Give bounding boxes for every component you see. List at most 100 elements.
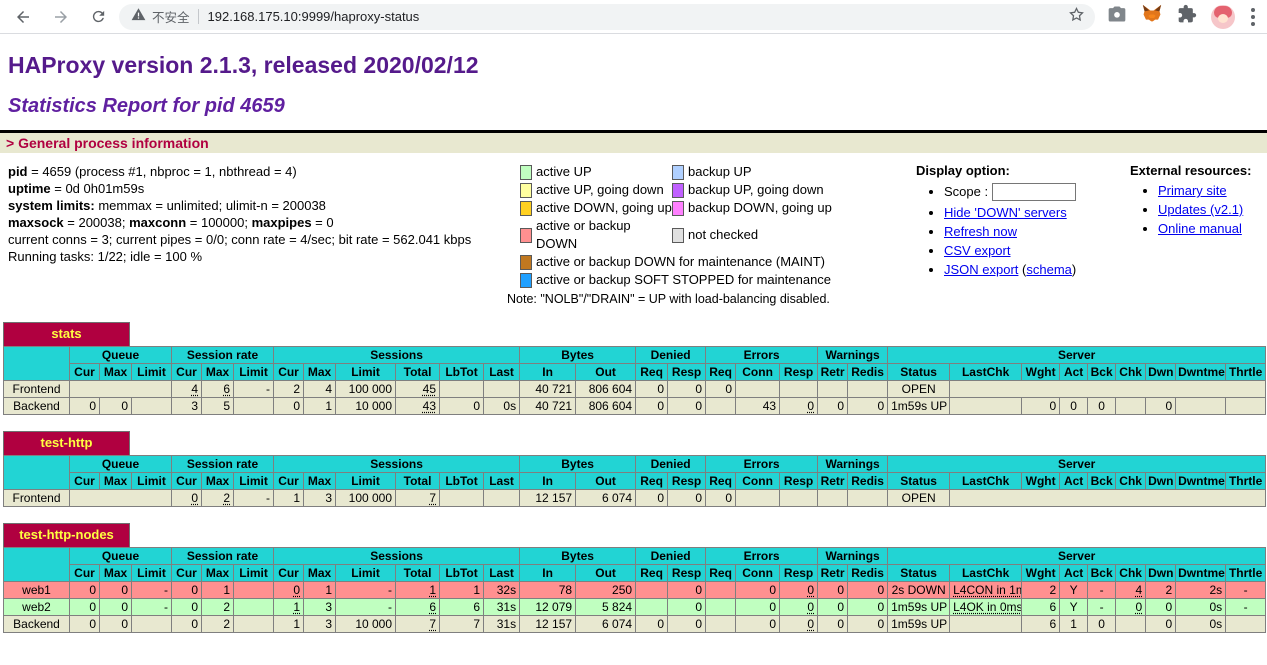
column-header: Cur [70,473,100,490]
column-header: Resp [668,364,706,381]
cell: 0 [100,616,132,633]
address-bar[interactable]: 不安全 192.168.175.10:9999/haproxy-status [119,4,1095,30]
link-json-export[interactable]: JSON export [944,262,1018,277]
column-header: Resp [780,364,818,381]
legend-swatch [520,165,532,180]
cell: 0 [636,381,668,398]
column-header: Limit [336,473,396,490]
link-online-manual[interactable]: Online manual [1158,221,1242,236]
row-label[interactable]: Frontend [4,490,70,507]
profile-avatar[interactable] [1211,5,1235,29]
cell [234,616,274,633]
cell: 12 157 [520,490,576,507]
url-text[interactable]: 192.168.175.10:9999/haproxy-status [208,9,1068,24]
cell: - [132,599,172,616]
cell: Y [1060,599,1088,616]
cell: 100 000 [336,381,396,398]
column-header: Limit [234,473,274,490]
column-header: Dwntme [1176,473,1226,490]
cell: 12 157 [520,616,576,633]
column-header: Total [396,473,440,490]
link-updates-v2-1-[interactable]: Updates (v2.1) [1158,202,1243,217]
legend-item: active DOWN, going up [520,199,672,217]
cell: 1 [304,398,336,415]
link-refresh-now[interactable]: Refresh now [944,224,1017,239]
stats-table-test-http-nodes: QueueSession rateSessionsBytesDeniedErro… [3,547,1266,633]
cell [70,490,172,507]
cell: 12 079 [520,599,576,616]
process-info-line: pid = 4659 (process #1, nbproc = 1, nbth… [8,163,520,180]
cell: 0 [780,582,818,599]
link-primary-site[interactable]: Primary site [1158,183,1227,198]
column-header: Limit [132,364,172,381]
cell: 0 [440,398,484,415]
forward-icon[interactable] [52,8,70,26]
cell: 0 [818,616,848,633]
cell: 250 [576,582,636,599]
row-label[interactable]: Backend [4,398,70,415]
cell: 1 [1060,616,1088,633]
cell: 3 [304,599,336,616]
column-header: Req [636,364,668,381]
column-header: Retr [818,473,848,490]
page-title[interactable]: HAProxy version 2.1.3, released 2020/02/… [8,52,1259,79]
cell [1116,616,1146,633]
column-header: Act [1060,473,1088,490]
column-header: Thrtle [1226,364,1266,381]
scope-label: Scope : [944,184,988,199]
metamask-icon[interactable] [1141,3,1163,30]
legend-row: active UP, going downbackup UP, going do… [520,181,916,199]
column-header: Dwn [1146,565,1176,582]
reload-icon[interactable] [90,8,107,25]
column-header: Total [396,364,440,381]
proxy-name-link[interactable]: test-http [41,435,93,450]
header-col-row: CurMaxLimitCurMaxLimitCurMaxLimitTotalLb… [4,473,1266,490]
cell: 0 [818,398,848,415]
cell [950,381,1266,398]
cell: 806 604 [576,381,636,398]
display-options: Display option: Scope : Hide 'DOWN' serv… [916,163,1130,281]
column-header: Redis [848,473,888,490]
row-label[interactable]: Frontend [4,381,70,398]
security-label[interactable]: 不安全 [152,7,190,26]
cell: 0 [172,616,202,633]
column-header: Retr [818,364,848,381]
menu-icon[interactable] [1249,6,1257,28]
cell: 40 721 [520,398,576,415]
column-header: Dwntme [1176,364,1226,381]
legend-swatch [672,228,684,243]
column-header: Last [484,565,520,582]
camera-icon[interactable] [1107,4,1127,29]
link-csv-export[interactable]: CSV export [944,243,1010,258]
column-header: LastChk [950,565,1022,582]
column-header: Bck [1088,473,1116,490]
column-header: LbTot [440,364,484,381]
column-header: Max [202,364,234,381]
legend-row: active DOWN, going upbackup DOWN, going … [520,199,916,217]
back-icon[interactable] [14,8,32,26]
column-header: Bck [1088,565,1116,582]
cell: 0 [1146,599,1176,616]
cell: 1 [396,582,440,599]
link-schema[interactable]: schema [1026,262,1072,277]
cell: 0 [848,582,888,599]
scope-input[interactable] [992,183,1076,201]
row-label[interactable]: web2 [4,599,70,616]
column-group-header: Server [888,548,1266,565]
row-label[interactable]: Backend [4,616,70,633]
cell: 10 000 [336,616,396,633]
column-header: Status [888,473,950,490]
extensions-icon[interactable] [1177,4,1197,29]
proxy-name-link[interactable]: stats [51,326,81,341]
column-header: Conn [736,364,780,381]
proxy-name-link[interactable]: test-http-nodes [19,527,114,542]
proxy-section-stats: statsQueueSession rateSessionsBytesDenie… [3,322,1264,415]
cell: 2 [202,616,234,633]
header-col-row: CurMaxLimitCurMaxLimitCurMaxLimitTotalLb… [4,364,1266,381]
cell: 0 [780,599,818,616]
link-hide-down-servers[interactable]: Hide 'DOWN' servers [944,205,1067,220]
cell: 1 [440,582,484,599]
row-label[interactable]: web1 [4,582,70,599]
omnibox-separator [198,9,199,24]
bookmark-star-icon[interactable] [1068,6,1085,28]
